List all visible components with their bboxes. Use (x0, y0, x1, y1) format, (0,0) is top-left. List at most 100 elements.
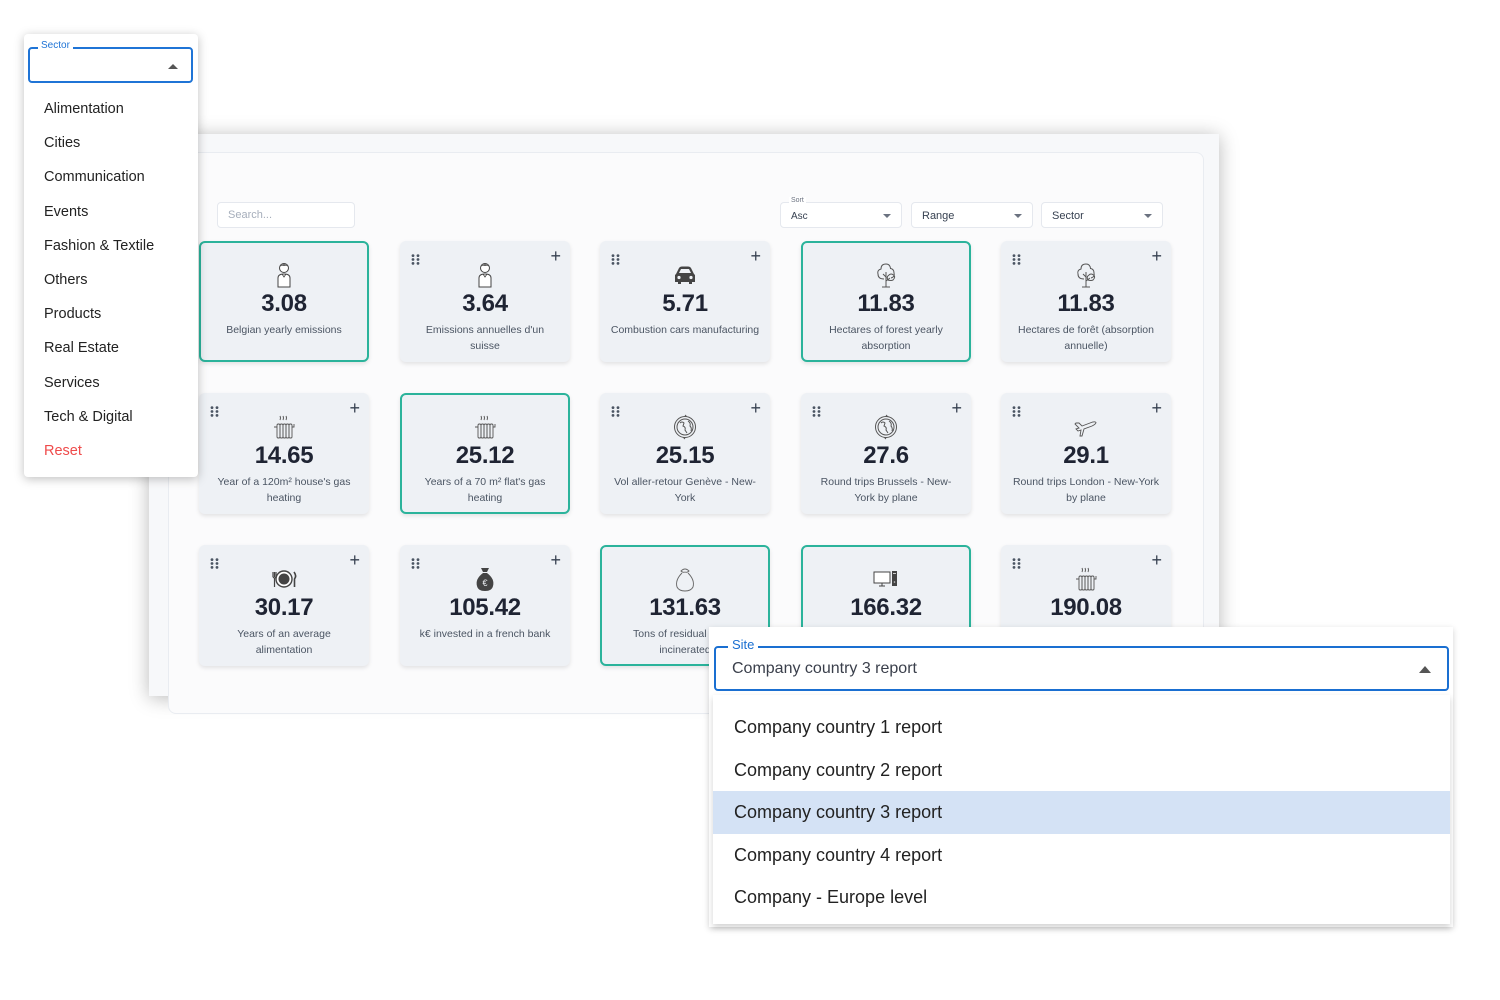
card-value: 11.83 (1057, 290, 1115, 317)
chevron-up-icon[interactable] (168, 64, 178, 69)
sector-option[interactable]: Cities (24, 126, 198, 160)
drag-handle-icon[interactable] (1012, 556, 1021, 569)
sector-option[interactable]: Real Estate (24, 331, 198, 365)
sector-option[interactable]: Services (24, 366, 198, 400)
chevron-down-icon (883, 214, 891, 218)
card-value: 25.15 (655, 442, 715, 469)
sector-option[interactable]: Events (24, 195, 198, 229)
site-field-label: Site (728, 637, 759, 652)
card-label: Hectares of forest yearly absorption (829, 324, 943, 352)
sector-options: Alimentation Cities Communication Events… (24, 92, 198, 468)
equivalent-card[interactable]: +5.71 Combustion cars manufacturing (600, 241, 770, 362)
site-option[interactable]: Company country 1 report (713, 706, 1450, 749)
person-icon (470, 260, 500, 290)
card-value: 11.83 (857, 290, 915, 317)
card-value: 105.42 (449, 594, 521, 621)
sort-select[interactable]: Sort Asc (780, 197, 902, 228)
tree-icon (871, 260, 901, 290)
card-value: 5.71 (662, 290, 708, 317)
card-label: k€ invested in a french bank (419, 628, 551, 640)
equivalent-card[interactable]: +14.65 Year of a 120m² house's gas heatin… (199, 393, 369, 514)
sector-option[interactable]: Fashion & Textile (24, 229, 198, 263)
equivalent-card[interactable]: 3.08 Belgian yearly emissions (199, 241, 369, 362)
chevron-up-icon[interactable] (1419, 666, 1431, 673)
card-value: 190.08 (1050, 594, 1122, 621)
add-icon[interactable]: + (1151, 551, 1162, 569)
range-select[interactable]: Range (911, 202, 1033, 228)
sector-value: Sector (1052, 210, 1084, 222)
sector-option[interactable]: Alimentation (24, 92, 198, 126)
add-icon[interactable]: + (1151, 399, 1162, 417)
site-option[interactable]: Company - Europe level (713, 876, 1450, 919)
equivalent-card[interactable]: +30.17 Years of an average alimentation (199, 545, 369, 666)
plate-icon (269, 564, 299, 594)
add-icon[interactable]: + (349, 551, 360, 569)
sector-option[interactable]: Products (24, 297, 198, 331)
card-value: 3.64 (462, 290, 508, 317)
equivalent-card[interactable]: +11.83 Hectares de forêt (absorption annu… (1001, 241, 1171, 362)
add-icon[interactable]: + (550, 551, 561, 569)
drag-handle-icon[interactable] (411, 252, 420, 265)
drag-handle-icon[interactable] (210, 404, 219, 417)
drag-handle-icon[interactable] (210, 556, 219, 569)
equivalent-card[interactable]: +25.15 Vol aller-retour Genève - New-York (600, 393, 770, 514)
card-value: 166.32 (850, 594, 922, 621)
site-field-value: Company country 3 report (732, 660, 917, 677)
reset-option[interactable]: Reset (24, 434, 198, 468)
equivalent-card[interactable]: +27.6 Round trips Brussels - New-York by … (801, 393, 971, 514)
add-icon[interactable]: + (349, 399, 360, 417)
equivalent-card[interactable]: 11.83 Hectares of forest yearly absorptio… (801, 241, 971, 362)
equivalent-card[interactable]: + €105.42 k€ invested in a french bank (400, 545, 570, 666)
computer-icon (871, 564, 901, 594)
card-value: 25.12 (455, 442, 515, 469)
site-field[interactable]: Site Company country 3 report (714, 637, 1449, 691)
add-icon[interactable]: + (750, 247, 761, 265)
car-icon (670, 260, 700, 290)
sector-option[interactable]: Communication (24, 160, 198, 194)
card-label: Vol aller-retour Genève - New-York (614, 476, 756, 504)
card-label: Emissions annuelles d'un suisse (425, 324, 545, 352)
plane-icon (1071, 412, 1101, 442)
equivalent-card[interactable]: +3.64 Emissions annuelles d'un suisse (400, 241, 570, 362)
drag-handle-icon[interactable] (1012, 252, 1021, 265)
card-label: Years of an average alimentation (237, 628, 331, 656)
add-icon[interactable]: + (951, 399, 962, 417)
dashboard-window: Sort Asc Range Sector 3.08 Belgian yearly… (149, 134, 1219, 714)
drag-handle-icon[interactable] (611, 252, 620, 265)
radiator-icon (269, 412, 299, 442)
site-dropdown: Site Company country 3 report Company co… (709, 627, 1453, 927)
card-value: 131.63 (649, 594, 721, 621)
card-value: 14.65 (254, 442, 314, 469)
add-icon[interactable]: + (1151, 247, 1162, 265)
equivalent-card[interactable]: +29.1 Round trips London - New-York by pl… (1001, 393, 1171, 514)
money-bag-icon: € (470, 564, 500, 594)
sector-option[interactable]: Tech & Digital (24, 400, 198, 434)
globe-icon (670, 412, 700, 442)
card-label: Year of a 120m² house's gas heating (217, 476, 351, 504)
sort-label: Sort (789, 197, 806, 204)
chevron-down-icon (1144, 214, 1152, 218)
site-option[interactable]: Company country 4 report (713, 834, 1450, 877)
card-label: Belgian yearly emissions (226, 324, 342, 336)
sector-field[interactable]: Sector (28, 40, 193, 83)
sector-dropdown: Sector Alimentation Cities Communication… (24, 34, 198, 477)
add-icon[interactable]: + (750, 399, 761, 417)
card-label: Hectares de forêt (absorption annuelle) (1018, 324, 1154, 352)
card-label: Round trips London - New-York by plane (1012, 476, 1160, 504)
sector-select[interactable]: Sector (1041, 202, 1163, 228)
sector-option[interactable]: Others (24, 263, 198, 297)
add-icon[interactable]: + (550, 247, 561, 265)
radiator-icon (1071, 564, 1101, 594)
drag-handle-icon[interactable] (1012, 404, 1021, 417)
equivalent-card[interactable]: 25.12 Years of a 70 m² flat's gas heating (400, 393, 570, 514)
site-option[interactable]: Company country 2 report (713, 749, 1450, 792)
site-option-selected[interactable]: Company country 3 report (713, 791, 1450, 834)
search-input[interactable] (217, 202, 355, 228)
card-label: Round trips Brussels - New-York by plane (820, 476, 952, 504)
drag-handle-icon[interactable] (411, 556, 420, 569)
drag-handle-icon[interactable] (812, 404, 821, 417)
site-options: Company country 1 report Company country… (713, 695, 1450, 924)
drag-handle-icon[interactable] (611, 404, 620, 417)
card-value: 30.17 (254, 594, 314, 621)
chevron-down-icon (1014, 214, 1022, 218)
